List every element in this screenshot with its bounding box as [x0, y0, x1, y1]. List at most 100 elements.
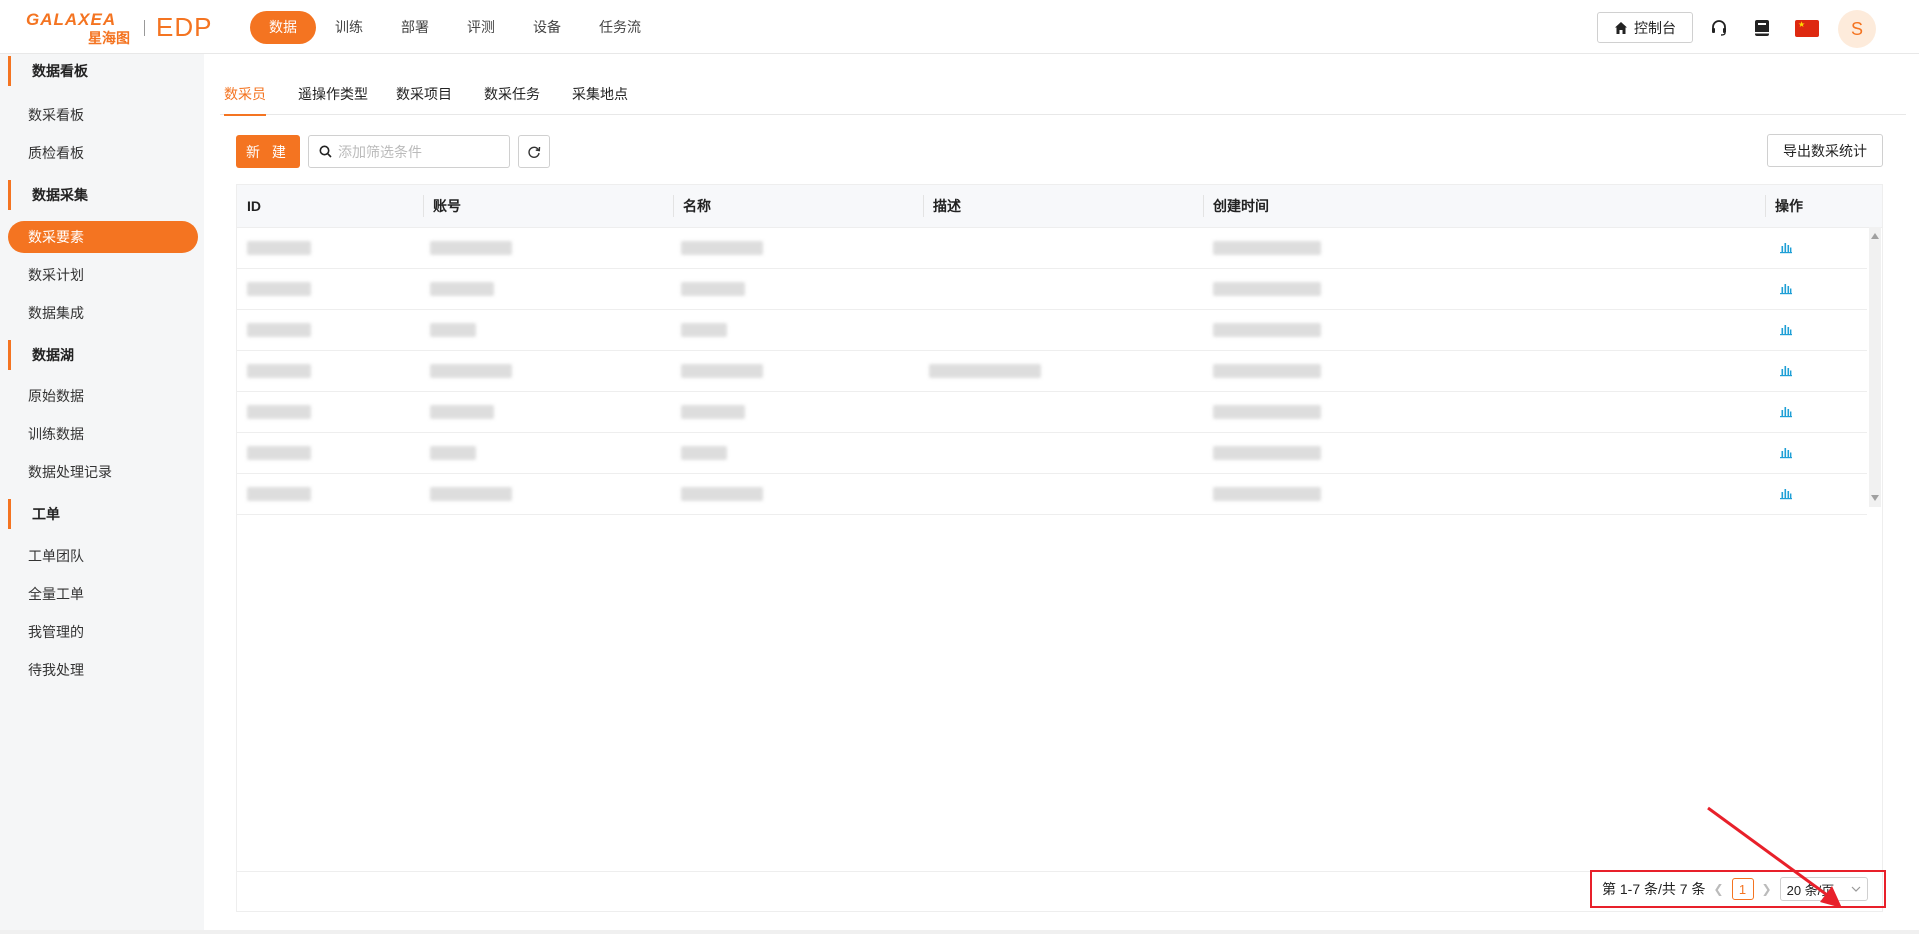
- tab-collect-projects[interactable]: 数采项目: [396, 76, 452, 114]
- cell-created-redacted: [1213, 364, 1321, 378]
- cell-created-redacted: [1213, 282, 1321, 296]
- cell-created-redacted: [1213, 405, 1321, 419]
- sidebar-group-collection: 数据采集: [8, 180, 88, 210]
- tab-collect-tasks[interactable]: 数采任务: [484, 76, 540, 114]
- logo-sub: 星海图: [88, 30, 130, 46]
- bar-chart-icon[interactable]: [1779, 322, 1793, 336]
- col-header-actions: 操作: [1775, 198, 1803, 214]
- scroll-up-arrow[interactable]: [1871, 233, 1879, 239]
- tab-collectors[interactable]: 数采员: [224, 76, 266, 116]
- refresh-button[interactable]: [518, 135, 550, 168]
- sidebar-item-processing-records[interactable]: 数据处理记录: [28, 457, 112, 487]
- sidebar-item-all-workorders[interactable]: 全量工单: [28, 579, 84, 609]
- table-row: [237, 309, 1867, 351]
- support-button[interactable]: [1708, 17, 1730, 39]
- sidebar-group-workorder: 工单: [8, 499, 60, 529]
- bar-chart-icon[interactable]: [1779, 404, 1793, 418]
- logo-divider: [144, 20, 145, 36]
- logo-product: EDP: [156, 12, 213, 42]
- bar-chart-icon[interactable]: [1779, 363, 1793, 377]
- nav-item-training[interactable]: 训练: [316, 11, 382, 44]
- nav-item-workflow[interactable]: 任务流: [580, 11, 660, 44]
- tab-collect-locations[interactable]: 采集地点: [572, 76, 628, 114]
- sidebar-item-training-data[interactable]: 训练数据: [28, 419, 84, 449]
- sidebar-group-dashboard: 数据看板: [8, 56, 88, 86]
- cell-account-redacted: [430, 487, 512, 501]
- table-row: [237, 227, 1867, 269]
- collectors-table: ID 账号 名称 描述 创建时间 操作: [236, 184, 1883, 912]
- cell-id-redacted: [247, 282, 311, 296]
- bar-chart-icon[interactable]: [1779, 240, 1793, 254]
- bar-chart-icon[interactable]: [1779, 281, 1793, 295]
- main-content: 数采员 遥操作类型 数采项目 数采任务 采集地点 新 建 导出数采统计 ID 账…: [204, 54, 1919, 930]
- cell-name-redacted: [681, 282, 745, 296]
- china-flag-icon[interactable]: ★: [1795, 20, 1819, 37]
- cell-name-redacted: [681, 323, 727, 337]
- nav-item-device[interactable]: 设备: [514, 11, 580, 44]
- home-icon: [1615, 21, 1627, 34]
- table-row: [237, 391, 1867, 433]
- user-avatar[interactable]: S: [1838, 10, 1876, 48]
- sidebar-item-managed-by-me[interactable]: 我管理的: [28, 617, 84, 647]
- cell-id-redacted: [247, 241, 311, 255]
- cell-id-redacted: [247, 364, 311, 378]
- table-scrollbar[interactable]: [1869, 227, 1881, 507]
- col-header-id: ID: [247, 198, 261, 214]
- export-stats-button[interactable]: 导出数采统计: [1767, 134, 1883, 167]
- cell-created-redacted: [1213, 323, 1321, 337]
- sidebar-item-pending-me[interactable]: 待我处理: [28, 655, 84, 685]
- app-logo[interactable]: GALAXEA 星海图 EDP: [26, 10, 221, 46]
- annotation-arrow: [1707, 806, 1842, 908]
- cell-name-redacted: [681, 364, 763, 378]
- col-header-description: 描述: [933, 198, 961, 214]
- book-icon: [1755, 20, 1769, 36]
- new-button[interactable]: 新 建: [236, 135, 300, 168]
- main-nav: 数据 训练 部署 评测 设备 任务流: [250, 11, 660, 44]
- refresh-icon: [528, 146, 541, 158]
- top-navbar: GALAXEA 星海图 EDP 数据 训练 部署 评测 设备 任务流 控制台 ★…: [0, 0, 1919, 54]
- search-icon: [319, 145, 332, 158]
- sidebar-item-collect-elements[interactable]: 数采要素: [8, 221, 198, 253]
- sidebar-item-collect-dashboard[interactable]: 数采看板: [28, 100, 84, 130]
- cell-account-redacted: [430, 446, 476, 460]
- cell-id-redacted: [247, 405, 311, 419]
- filter-input[interactable]: [336, 142, 500, 161]
- tab-teleop-types[interactable]: 遥操作类型: [298, 76, 368, 114]
- headset-icon: [1712, 20, 1726, 36]
- bar-chart-icon[interactable]: [1779, 445, 1793, 459]
- sidebar-item-data-integration[interactable]: 数据集成: [28, 298, 84, 328]
- table-row: [237, 473, 1867, 515]
- nav-item-eval[interactable]: 评测: [448, 11, 514, 44]
- table-row: [237, 350, 1867, 392]
- cell-account-redacted: [430, 323, 476, 337]
- sidebar-item-raw-data[interactable]: 原始数据: [28, 381, 84, 411]
- nav-item-data[interactable]: 数据: [250, 11, 316, 44]
- cell-account-redacted: [430, 405, 494, 419]
- cell-name-redacted: [681, 487, 763, 501]
- sidebar-item-qc-dashboard[interactable]: 质检看板: [28, 138, 84, 168]
- bar-chart-icon[interactable]: [1779, 486, 1793, 500]
- table-row: [237, 268, 1867, 310]
- scroll-down-arrow[interactable]: [1871, 495, 1879, 501]
- table-header: ID 账号 名称 描述 创建时间 操作: [237, 185, 1882, 228]
- cell-account-redacted: [430, 282, 494, 296]
- cell-account-redacted: [430, 364, 512, 378]
- sidebar-group-datalake: 数据湖: [8, 340, 74, 370]
- sidebar-item-workorder-team[interactable]: 工单团队: [28, 541, 84, 571]
- docs-button[interactable]: [1751, 17, 1773, 39]
- pagination-summary: 第 1-7 条/共 7 条: [1602, 881, 1706, 897]
- sidebar: 数据看板 数采看板 质检看板 数据采集 数采要素 数采计划 数据集成 数据湖 原…: [0, 54, 204, 930]
- cell-id-redacted: [247, 323, 311, 337]
- cell-name-redacted: [681, 241, 763, 255]
- nav-item-deploy[interactable]: 部署: [382, 11, 448, 44]
- filter-search[interactable]: [308, 135, 510, 168]
- sidebar-item-collect-plan[interactable]: 数采计划: [28, 260, 84, 290]
- cell-created-redacted: [1213, 446, 1321, 460]
- console-button[interactable]: 控制台: [1597, 12, 1693, 43]
- table-row: [237, 432, 1867, 474]
- cell-id-redacted: [247, 446, 311, 460]
- cell-created-redacted: [1213, 487, 1321, 501]
- col-header-name: 名称: [683, 198, 711, 214]
- bottom-strip: [0, 930, 1919, 934]
- cell-account-redacted: [430, 241, 512, 255]
